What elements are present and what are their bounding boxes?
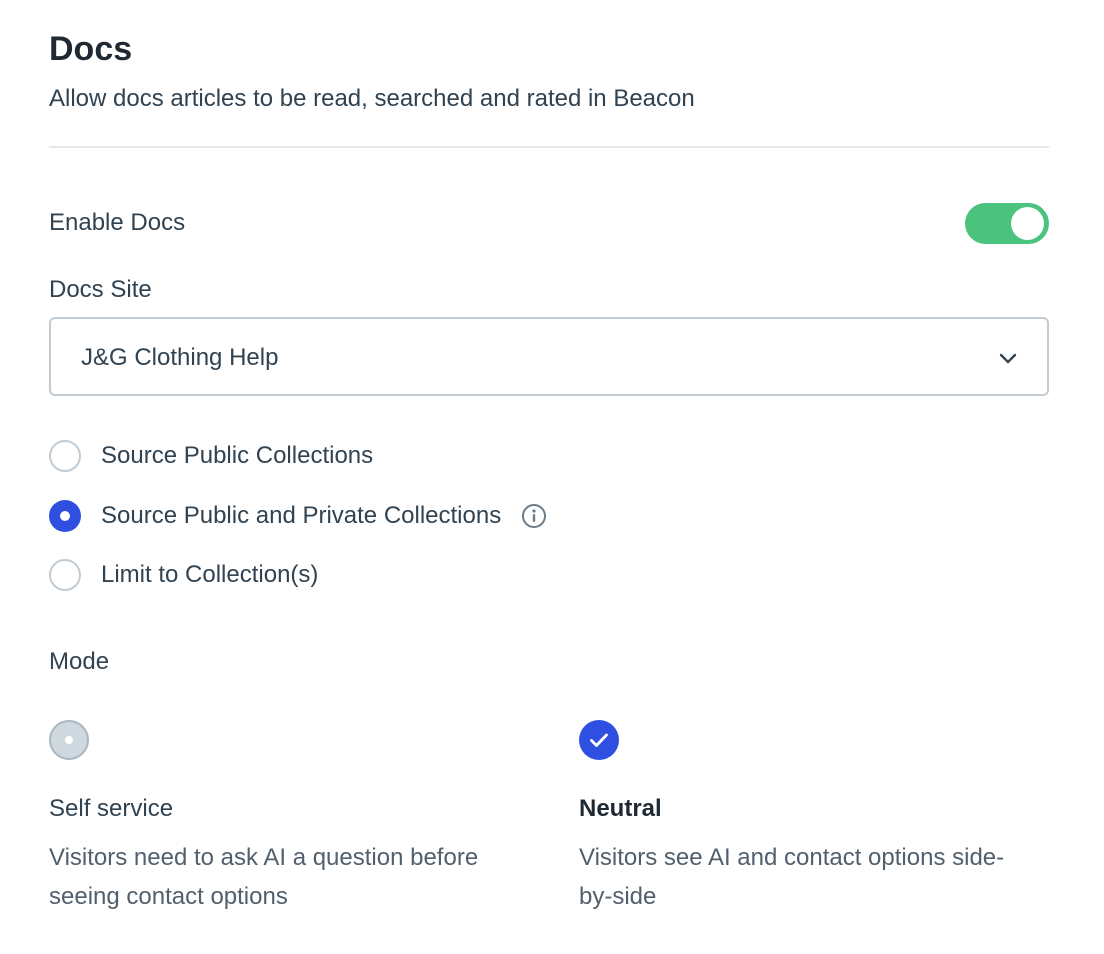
- docs-site-select[interactable]: J&G Clothing Help: [49, 317, 1049, 396]
- enable-docs-label: Enable Docs: [49, 209, 186, 236]
- source-public-private-radio[interactable]: [49, 500, 81, 532]
- toggle-knob: [1011, 207, 1044, 240]
- source-public-label: Source Public Collections: [101, 442, 374, 469]
- self-service-name: Self service: [49, 795, 174, 822]
- mode-label: Mode: [49, 648, 110, 675]
- neutral-name: Neutral: [579, 795, 662, 822]
- mode-option-self-service[interactable]: Self service Visitors need to ask AI a q…: [49, 720, 489, 916]
- docs-site-selected-value: J&G Clothing Help: [81, 344, 279, 371]
- page-title: Docs: [49, 30, 133, 68]
- source-public-radio[interactable]: [49, 440, 81, 472]
- docs-settings-panel: Docs Allow docs articles to be read, sea…: [0, 0, 1104, 954]
- neutral-radio[interactable]: [579, 720, 619, 760]
- checkmark-icon: [590, 733, 608, 747]
- neutral-description: Visitors see AI and contact options side…: [579, 844, 1005, 910]
- self-service-description: Visitors need to ask AI a question befor…: [49, 844, 479, 910]
- page-subtitle: Allow docs articles to be read, searched…: [49, 85, 695, 112]
- enable-docs-toggle[interactable]: [965, 203, 1049, 244]
- source-public-private-label: Source Public and Private Collections: [101, 502, 502, 529]
- limit-collections-option[interactable]: Limit to Collection(s): [49, 559, 318, 591]
- mode-option-neutral[interactable]: Neutral Visitors see AI and contact opti…: [579, 720, 1019, 916]
- self-service-radio[interactable]: [49, 720, 89, 760]
- source-public-private-option[interactable]: Source Public and Private Collections: [49, 500, 547, 532]
- limit-collections-label: Limit to Collection(s): [101, 561, 319, 588]
- limit-collections-radio[interactable]: [49, 559, 81, 591]
- source-public-option[interactable]: Source Public Collections: [49, 440, 373, 472]
- chevron-down-icon: [999, 353, 1017, 364]
- info-icon[interactable]: [521, 503, 547, 529]
- docs-site-label: Docs Site: [49, 276, 152, 303]
- divider: [49, 146, 1049, 148]
